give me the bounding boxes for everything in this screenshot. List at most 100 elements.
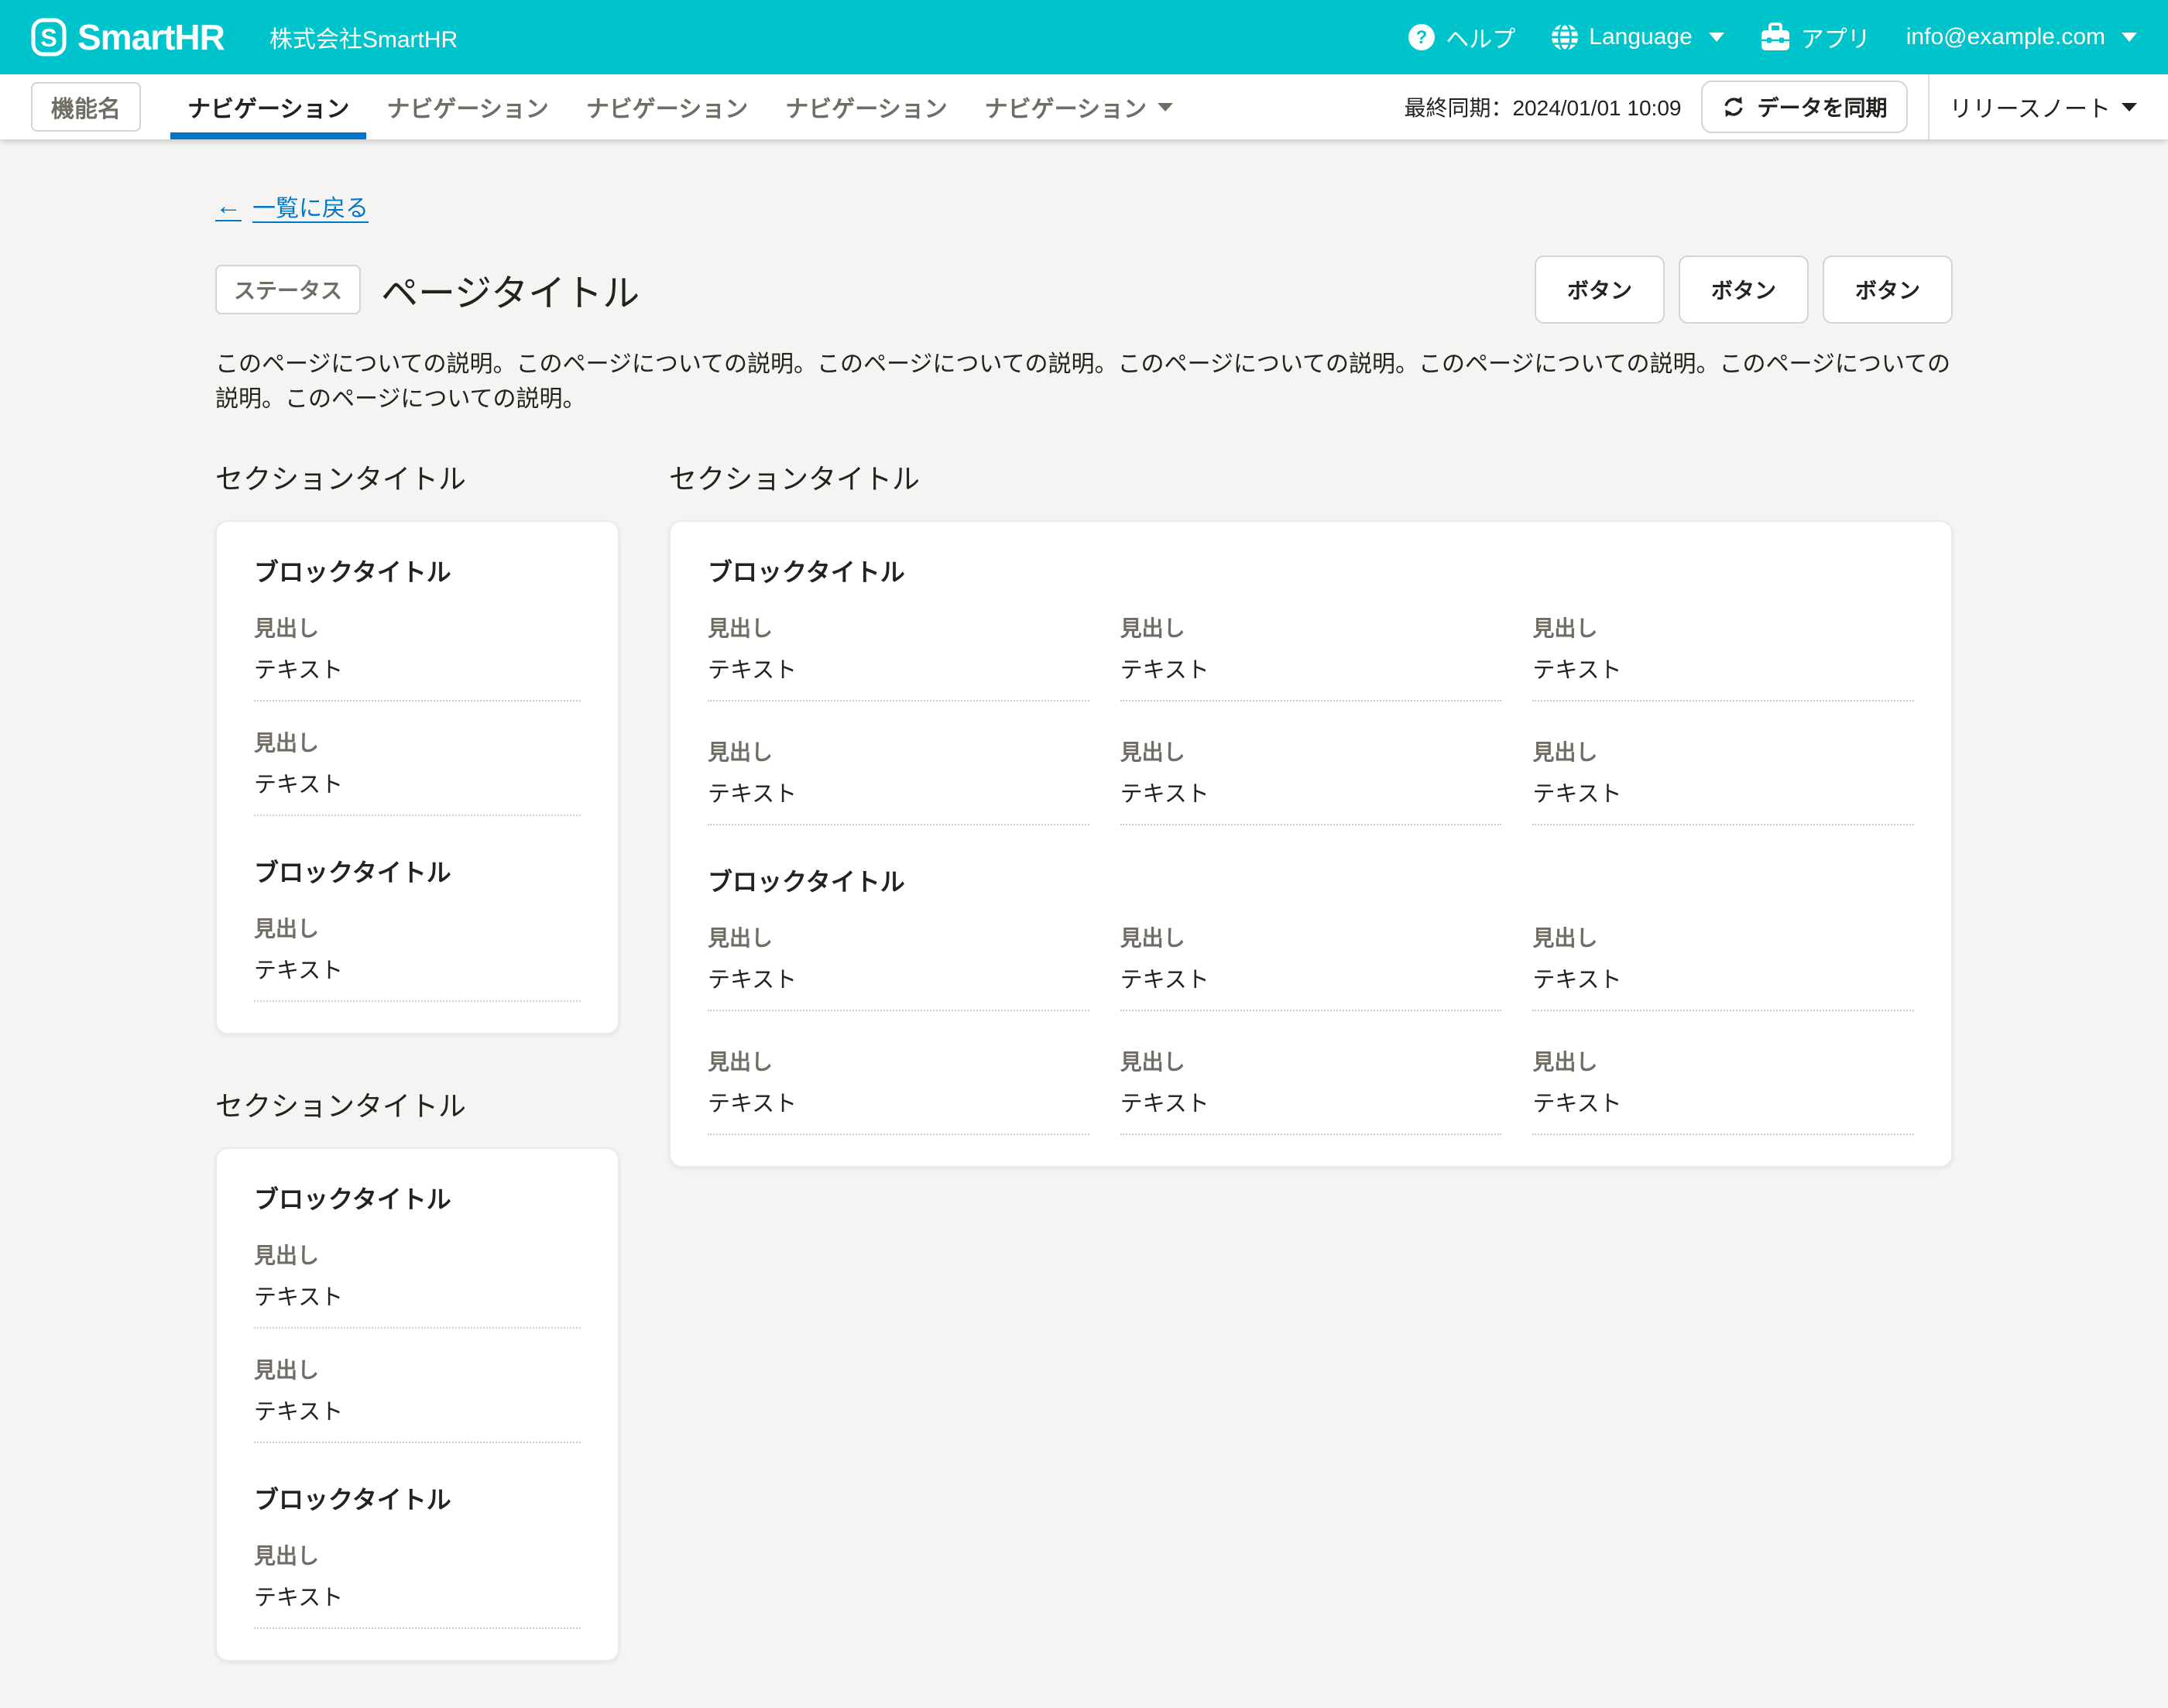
section-title: セクションタイトル [669,457,1953,497]
left-column: セクションタイトル ブロックタイトル 見出し テキスト 見出し テキスト ブロッ… [215,457,619,1662]
account-email: info@example.com [1906,24,2105,50]
item-term: 見出し [254,726,581,757]
definition-item: 見出し テキスト [254,612,581,701]
block: ブロックタイトル 見出し テキスト 見出し テキスト 見出し テキスト [708,553,1914,825]
smarthr-logo[interactable]: S SmartHR [31,16,225,58]
help-menu[interactable]: ? ヘルプ [1408,20,1515,54]
section-title: セクションタイトル [215,457,619,497]
item-text: テキスト [254,1579,581,1629]
item-term: 見出し [708,736,1089,767]
definition-item: 見出し テキスト [1120,612,1502,701]
item-text: テキスト [1532,962,1914,1011]
nav-tab-1[interactable]: ナビゲーション [169,74,368,139]
item-term: 見出し [1532,612,1914,643]
nav-tab-2[interactable]: ナビゲーション [368,74,567,139]
globe-icon [1551,23,1579,51]
refresh-icon [1721,94,1746,119]
last-sync-label: 最終同期：2024/01/01 10:09 [1404,91,1681,122]
item-text: テキスト [1532,776,1914,825]
block-title: ブロックタイトル [254,853,581,889]
item-term: 見出し [1532,1045,1914,1076]
page-description: このページについての説明。このページについての説明。このページについての説明。こ… [215,347,1953,417]
definition-item: 見出し テキスト [708,612,1089,701]
nav-tab-4[interactable]: ナビゲーション [767,74,966,139]
chevron-down-icon [2122,103,2137,111]
item-term: 見出し [708,612,1089,643]
definition-item: 見出し テキスト [1532,921,1914,1011]
release-notes-menu[interactable]: リリースノート [1950,90,2138,124]
definition-item: 見出し テキスト [1532,736,1914,825]
account-menu[interactable]: info@example.com [1906,24,2137,50]
item-text: テキスト [1532,652,1914,701]
item-term: 見出し [1120,921,1502,952]
nav-tabs: ナビゲーション ナビゲーション ナビゲーション ナビゲーション ナビゲーション [169,74,1192,139]
block-card: ブロックタイトル 見出し テキスト 見出し テキスト ブロックタイトル 見出し … [215,1147,619,1662]
nav-divider [1928,74,1930,139]
content-columns: セクションタイトル ブロックタイトル 見出し テキスト 見出し テキスト ブロッ… [215,457,1953,1662]
block: ブロックタイトル 見出し テキスト 見出し テキスト [254,1180,581,1443]
nav-tab-5[interactable]: ナビゲーション [966,74,1192,139]
back-link[interactable]: ← 一覧に戻る [215,189,369,223]
block-title: ブロックタイトル [708,863,1914,898]
definition-item: 見出し テキスト [708,921,1089,1011]
block-card: ブロックタイトル 見出し テキスト 見出し テキスト ブロックタイトル 見出し … [215,520,619,1034]
item-text: テキスト [708,776,1089,825]
svg-text:S: S [40,24,57,52]
apps-menu[interactable]: アプリ [1760,20,1871,54]
item-text: テキスト [254,1279,581,1329]
definition-grid: 見出し テキスト 見出し テキスト 見出し テキスト 見出し [708,921,1914,1135]
item-text: テキスト [254,952,581,1002]
page-title: ページタイトル [381,262,640,317]
item-term: 見出し [254,1239,581,1270]
section-title: セクションタイトル [215,1084,619,1124]
chevron-down-icon [2122,33,2137,42]
definition-item: 見出し テキスト [708,736,1089,825]
item-term: 見出し [254,912,581,943]
item-term: 見出し [254,1353,581,1384]
smarthr-logo-text: SmartHR [77,16,225,58]
item-text: テキスト [1120,1086,1502,1135]
item-term: 見出し [1120,736,1502,767]
language-menu[interactable]: Language [1551,23,1724,51]
global-header-right: ? ヘルプ Language [1408,20,2137,54]
block-title: ブロックタイトル [708,553,1914,588]
main-content: ← 一覧に戻る ステータス ページタイトル ボタン ボタン ボタン このページに… [215,139,1953,1708]
item-text: テキスト [708,962,1089,1011]
toolbox-icon [1760,22,1791,52]
help-label: ヘルプ [1446,20,1515,54]
item-text: テキスト [254,767,581,816]
apps-label: アプリ [1801,20,1871,54]
nav-right: 最終同期：2024/01/01 10:09 データを同期 リリースノート [1404,74,2137,139]
arrow-left-icon: ← [215,191,242,221]
item-term: 見出し [1532,736,1914,767]
item-text: テキスト [708,1086,1089,1135]
definition-item: 見出し テキスト [1120,921,1502,1011]
global-header-left: S SmartHR 株式会社SmartHR [31,16,458,58]
definition-grid: 見出し テキスト 見出し テキスト 見出し テキスト 見出し [708,612,1914,825]
action-button-2[interactable]: ボタン [1679,256,1809,324]
sync-data-button[interactable]: データを同期 [1701,81,1907,133]
block: ブロックタイトル 見出し テキスト 見出し テキスト [254,553,581,816]
block-title: ブロックタイトル [254,1480,581,1516]
action-button-3[interactable]: ボタン [1823,256,1953,324]
smarthr-logo-mark-icon: S [31,18,67,57]
item-term: 見出し [708,921,1089,952]
definition-item: 見出し テキスト [1120,1045,1502,1135]
block: ブロックタイトル 見出し テキスト 見出し テキスト 見出し テキスト [708,863,1914,1135]
item-term: 見出し [708,1045,1089,1076]
feature-name-badge: 機能名 [31,82,141,132]
action-button-1[interactable]: ボタン [1535,256,1665,324]
tenant-name: 株式会社SmartHR [269,20,458,54]
help-icon: ? [1408,23,1436,51]
block: ブロックタイトル 見出し テキスト [254,853,581,1002]
status-badge: ステータス [215,265,361,314]
item-text: テキスト [1532,1086,1914,1135]
nav-tab-3[interactable]: ナビゲーション [568,74,767,139]
definition-item: 見出し テキスト [254,1539,581,1629]
block: ブロックタイトル 見出し テキスト [254,1480,581,1629]
item-term: 見出し [254,612,581,643]
right-column: セクションタイトル ブロックタイトル 見出し テキスト 見出し テキスト [669,457,1953,1168]
page-title-row: ステータス ページタイトル ボタン ボタン ボタン [215,256,1953,324]
definition-item: 見出し テキスト [1120,736,1502,825]
definition-item: 見出し テキスト [1532,1045,1914,1135]
